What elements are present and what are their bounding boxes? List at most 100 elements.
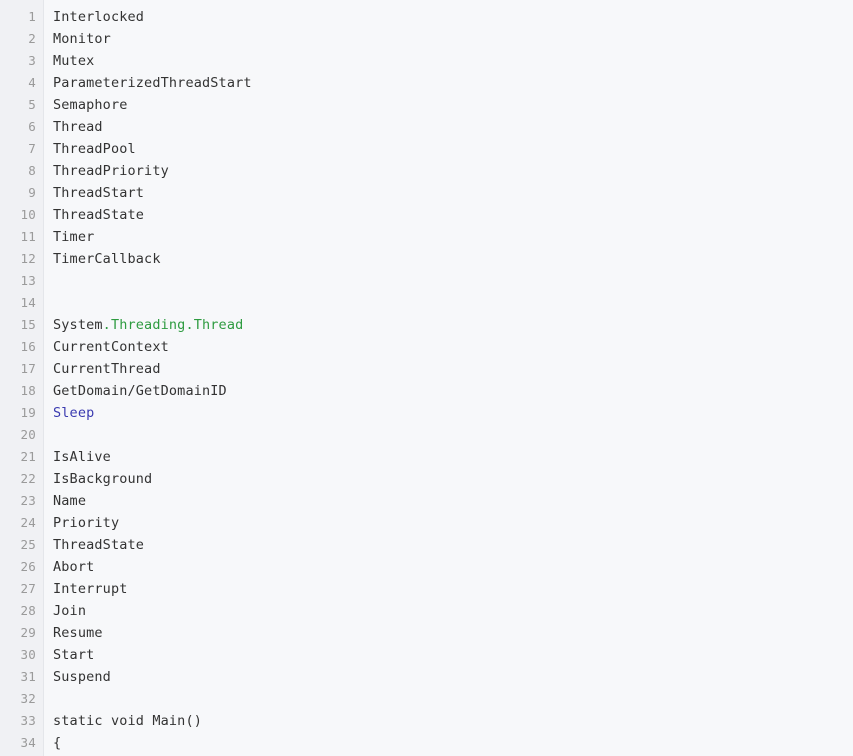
code-line[interactable]: Priority: [53, 512, 853, 534]
code-token-plain: System: [53, 317, 103, 333]
line-number: 29: [20, 625, 36, 640]
code-token-plain: Interlocked: [53, 9, 145, 25]
code-line[interactable]: Interlocked: [53, 6, 853, 28]
code-line[interactable]: [53, 688, 853, 710]
line-number: 28: [20, 603, 36, 618]
line-number: 18: [20, 383, 36, 398]
line-number: 17: [20, 361, 36, 376]
code-token-plain: ThreadState: [53, 537, 145, 553]
code-token-plain: Name: [53, 493, 87, 509]
line-number: 33: [20, 713, 36, 728]
code-token-plain: Interrupt: [53, 581, 128, 597]
code-token-plain: CurrentContext: [53, 339, 169, 355]
line-number: 22: [20, 471, 36, 486]
code-token-plain: TimerCallback: [53, 251, 161, 267]
line-number: 8: [28, 163, 36, 178]
line-number: 24: [20, 515, 36, 530]
code-token-plain: ThreadStart: [53, 185, 145, 201]
code-line[interactable]: Start: [53, 644, 853, 666]
line-number: 5: [28, 97, 36, 112]
line-number: 3: [28, 53, 36, 68]
line-number: 10: [20, 207, 36, 222]
code-token-plain: ParameterizedThreadStart: [53, 75, 252, 91]
line-number: 4: [28, 75, 36, 90]
code-line[interactable]: Mutex: [53, 50, 853, 72]
line-number: 14: [20, 295, 36, 310]
code-line[interactable]: CurrentContext: [53, 336, 853, 358]
line-number: 21: [20, 449, 36, 464]
code-editor[interactable]: 1 2 3 4 5 6 7 8 9 10 11 12 13 14 15 16 17 18 19 20 21 22 23 24 2…: [0, 0, 853, 756]
line-number: 20: [20, 427, 36, 442]
line-number: 9: [28, 185, 36, 200]
code-line[interactable]: Suspend: [53, 666, 853, 688]
code-line[interactable]: CurrentThread: [53, 358, 853, 380]
code-token-plain: ThreadPriority: [53, 163, 169, 179]
code-line[interactable]: ThreadState: [53, 204, 853, 226]
line-number: 31: [20, 669, 36, 684]
code-line[interactable]: System.Threading.Thread: [53, 314, 853, 336]
code-line[interactable]: ThreadStart: [53, 182, 853, 204]
code-token-plain: Abort: [53, 559, 95, 575]
line-number: 11: [20, 229, 36, 244]
line-number: 6: [28, 119, 36, 134]
code-token-plain: Priority: [53, 515, 120, 531]
line-number: 32: [20, 691, 36, 706]
code-line[interactable]: ParameterizedThreadStart: [53, 72, 853, 94]
code-token-plain: IsAlive: [53, 449, 111, 465]
line-number: 25: [20, 537, 36, 552]
line-number: 7: [28, 141, 36, 156]
code-token-namespace: .Threading.Thread: [102, 317, 244, 333]
code-token-plain: Start: [53, 647, 95, 663]
code-token-plain: IsBackground: [53, 471, 153, 487]
line-number: 16: [20, 339, 36, 354]
code-line[interactable]: [53, 424, 853, 446]
code-token-method: Sleep: [53, 405, 95, 421]
code-line[interactable]: Semaphore: [53, 94, 853, 116]
code-line[interactable]: IsAlive: [53, 446, 853, 468]
line-number: 15: [20, 317, 36, 332]
code-line[interactable]: GetDomain/GetDomainID: [53, 380, 853, 402]
code-line[interactable]: ThreadPriority: [53, 160, 853, 182]
code-line[interactable]: [53, 292, 853, 314]
code-line[interactable]: Sleep: [53, 402, 853, 424]
line-number: 34: [20, 735, 36, 750]
code-line[interactable]: [53, 270, 853, 292]
code-line[interactable]: Name: [53, 490, 853, 512]
line-number: 26: [20, 559, 36, 574]
code-line[interactable]: Timer: [53, 226, 853, 248]
code-token-plain: Resume: [53, 625, 103, 641]
code-content-area[interactable]: Interlocked Monitor Mutex ParameterizedThre…: [44, 0, 853, 756]
line-number: 27: [20, 581, 36, 596]
code-token-plain: static void Main(): [53, 713, 202, 729]
code-line[interactable]: TimerCallback: [53, 248, 853, 270]
code-token-plain: Timer: [53, 229, 95, 245]
code-token-plain: Mutex: [53, 53, 95, 69]
code-line[interactable]: Abort: [53, 556, 853, 578]
code-line[interactable]: ThreadState: [53, 534, 853, 556]
line-number: 12: [20, 251, 36, 266]
line-number: 1: [28, 9, 36, 24]
code-line[interactable]: Join: [53, 600, 853, 622]
code-token-plain: Semaphore: [53, 97, 128, 113]
code-token-plain: Suspend: [53, 669, 111, 685]
line-number: 30: [20, 647, 36, 662]
code-token-plain: Monitor: [53, 31, 111, 47]
line-number: 2: [28, 31, 36, 46]
code-line[interactable]: Thread: [53, 116, 853, 138]
code-token-plain: ThreadPool: [53, 141, 136, 157]
code-line[interactable]: ThreadPool: [53, 138, 853, 160]
line-number: 13: [20, 273, 36, 288]
line-number-gutter: 1 2 3 4 5 6 7 8 9 10 11 12 13 14 15 16 17 18 19 20 21 22 23 24 2…: [0, 0, 44, 756]
code-token-plain: Join: [53, 603, 87, 619]
code-line[interactable]: {: [53, 732, 853, 754]
code-line[interactable]: Interrupt: [53, 578, 853, 600]
code-line[interactable]: Monitor: [53, 28, 853, 50]
code-token-plain: {: [53, 735, 62, 751]
code-token-plain: ThreadState: [53, 207, 145, 223]
code-line[interactable]: IsBackground: [53, 468, 853, 490]
code-line[interactable]: static void Main(): [53, 710, 853, 732]
code-token-plain: GetDomain/GetDomainID: [53, 383, 227, 399]
line-number: 19: [20, 405, 36, 420]
code-line[interactable]: Resume: [53, 622, 853, 644]
code-token-plain: CurrentThread: [53, 361, 161, 377]
